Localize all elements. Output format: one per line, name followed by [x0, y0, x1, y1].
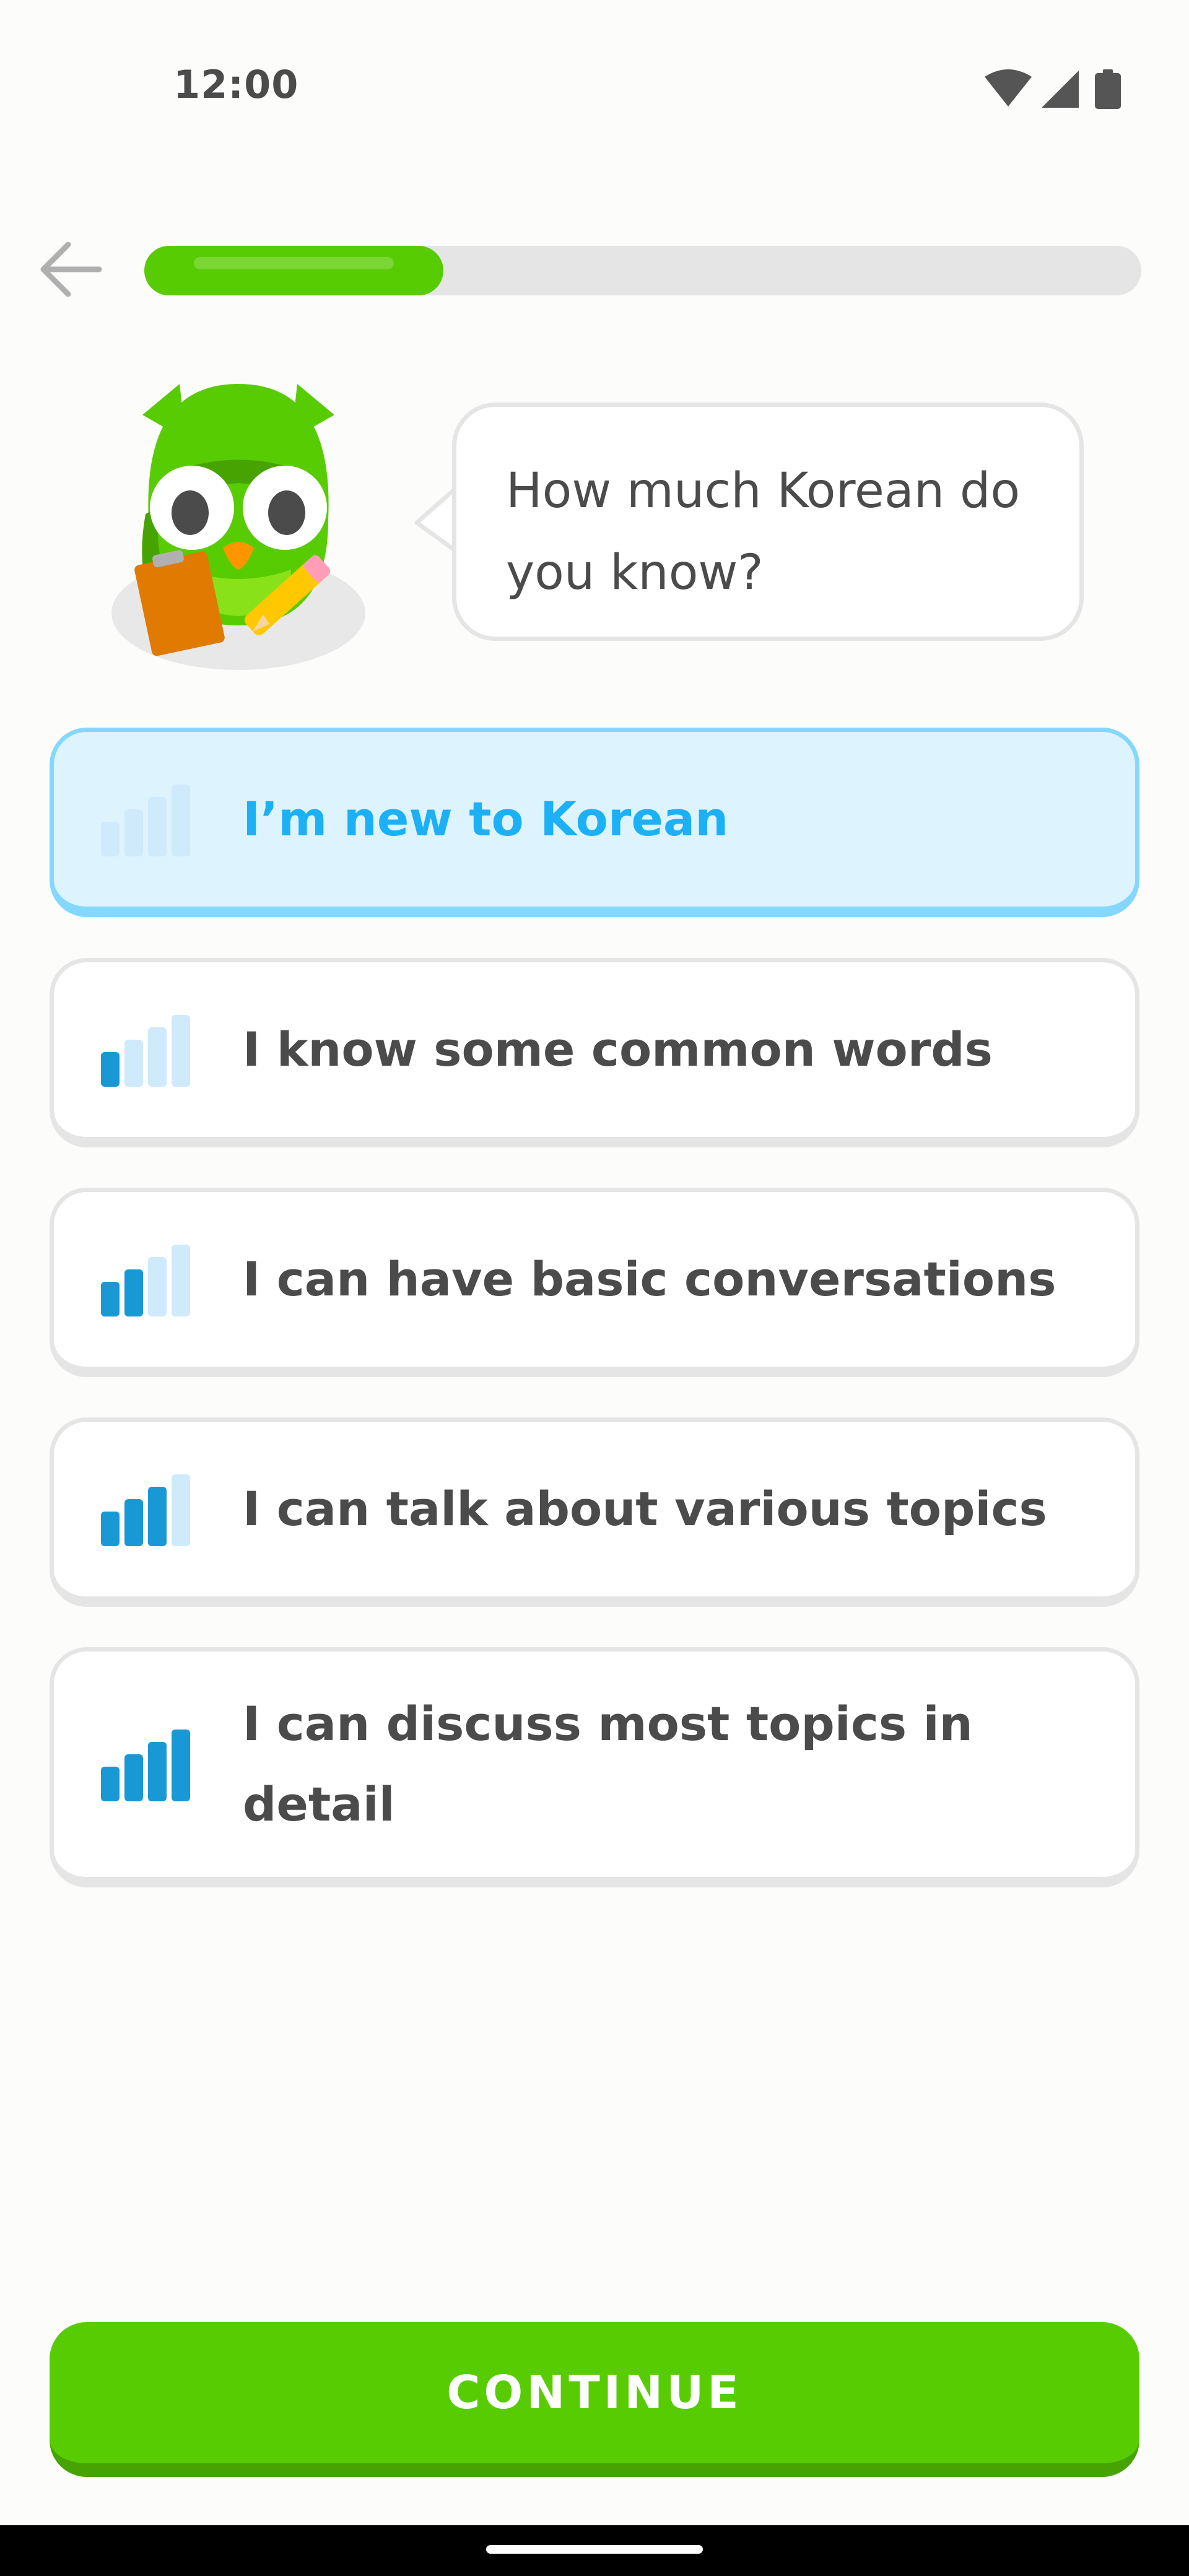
- option-new-to-korean[interactable]: I’m new to Korean: [50, 728, 1139, 917]
- option-discuss-in-detail[interactable]: I can discuss most topics in detail: [50, 1647, 1139, 1887]
- proficiency-bar: [101, 1052, 120, 1087]
- proficiency-bar: [101, 822, 120, 856]
- cell-signal-icon: [1042, 71, 1079, 108]
- option-label: I can have basic conversations: [243, 1251, 1056, 1307]
- option-common-words[interactable]: I know some common words: [50, 958, 1139, 1147]
- option-label: I can talk about various topics: [243, 1481, 1047, 1536]
- progress-highlight: [194, 257, 394, 269]
- proficiency-bars-icon: [101, 1015, 190, 1087]
- battery-icon: [1095, 69, 1121, 109]
- proficiency-bar: [148, 1742, 167, 1801]
- back-arrow-icon[interactable]: [37, 235, 105, 303]
- progress-bar: [144, 246, 1141, 295]
- home-gesture-handle[interactable]: [486, 2545, 703, 2554]
- continue-button[interactable]: CONTINUE: [50, 2322, 1139, 2477]
- proficiency-bar: [172, 785, 190, 856]
- proficiency-bar: [124, 1499, 143, 1546]
- progress-fill: [144, 246, 443, 295]
- proficiency-bar: [101, 1767, 120, 1801]
- proficiency-bar: [124, 809, 143, 856]
- proficiency-bar: [172, 1015, 190, 1087]
- proficiency-bar: [124, 1754, 143, 1801]
- proficiency-bar: [148, 1487, 167, 1546]
- option-label: I can discuss most topics in detail: [243, 1696, 973, 1832]
- proficiency-bar: [172, 1245, 190, 1316]
- proficiency-bar: [124, 1040, 143, 1087]
- proficiency-bar: [148, 1027, 167, 1087]
- status-icons: [985, 69, 1121, 109]
- proficiency-bar: [101, 1512, 120, 1546]
- option-label: I know some common words: [243, 1022, 993, 1077]
- option-label: I’m new to Korean: [243, 791, 729, 846]
- proficiency-bars-icon: [101, 1730, 190, 1801]
- proficiency-bars-icon: [101, 1245, 190, 1316]
- proficiency-bar: [172, 1474, 190, 1546]
- wifi-icon: [985, 69, 1032, 107]
- proficiency-bars-icon: [101, 785, 190, 856]
- owl-mascot-icon: [111, 384, 365, 670]
- navigation-bar: [0, 2525, 1189, 2576]
- proficiency-bar: [124, 1269, 143, 1316]
- speech-bubble: How much Korean do you know?: [452, 402, 1084, 641]
- status-time: 12:00: [173, 62, 299, 107]
- question-text: How much Korean do you know?: [506, 463, 1021, 601]
- proficiency-bar: [148, 1257, 167, 1316]
- proficiency-bar: [148, 797, 167, 856]
- proficiency-bar: [101, 1282, 120, 1316]
- option-basic-conversations[interactable]: I can have basic conversations: [50, 1188, 1139, 1377]
- proficiency-bars-icon: [101, 1474, 190, 1546]
- option-various-topics[interactable]: I can talk about various topics: [50, 1417, 1139, 1607]
- proficiency-bar: [172, 1730, 190, 1801]
